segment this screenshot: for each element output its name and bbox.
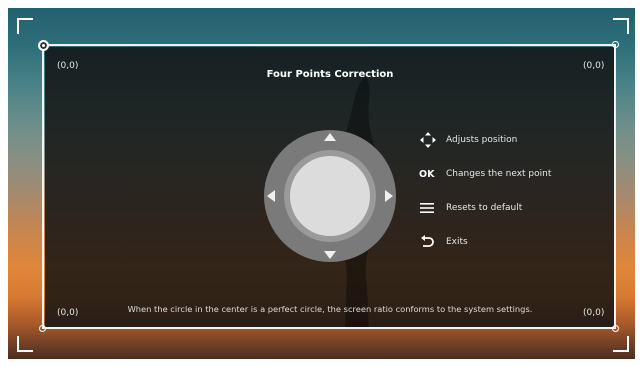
menu-icon [419,199,441,217]
back-icon [419,233,441,251]
footer-note: When the circle in the center is a perfe… [127,304,533,314]
hint-next-point: OK Changes the next point [419,165,551,183]
dpad-center-circle[interactable] [290,156,370,236]
corner-handle-top-right[interactable] [612,41,619,48]
hint-reset-default: Resets to default [419,199,522,217]
corner-mark-bottom-right [613,336,629,352]
corner-handle-bottom-left[interactable] [39,325,46,332]
corner-handle-bottom-right[interactable] [612,325,619,332]
hint-exit: Exits [419,233,468,251]
corner-mark-top-left [17,18,33,34]
hint-label: Changes the next point [446,169,552,179]
corner-mark-top-right [613,18,629,34]
coordinate-bottom-right: (0,0) [583,308,605,318]
hint-label: Exits [446,237,468,247]
hint-adjust-position: Adjusts position [419,131,517,149]
coordinate-top-left: (0,0) [57,61,79,71]
hint-label: Adjusts position [446,135,518,145]
ok-icon: OK [419,165,441,183]
four-arrows-icon [419,131,441,149]
hint-label: Resets to default [446,203,523,213]
corner-handle-top-left[interactable] [38,40,49,51]
coordinate-top-right: (0,0) [583,61,605,71]
corner-mark-bottom-left [17,336,33,352]
page-title: Four Points Correction [266,69,394,80]
ok-glyph: OK [419,168,435,180]
dpad-control[interactable] [262,128,398,264]
coordinate-bottom-left: (0,0) [57,308,79,318]
